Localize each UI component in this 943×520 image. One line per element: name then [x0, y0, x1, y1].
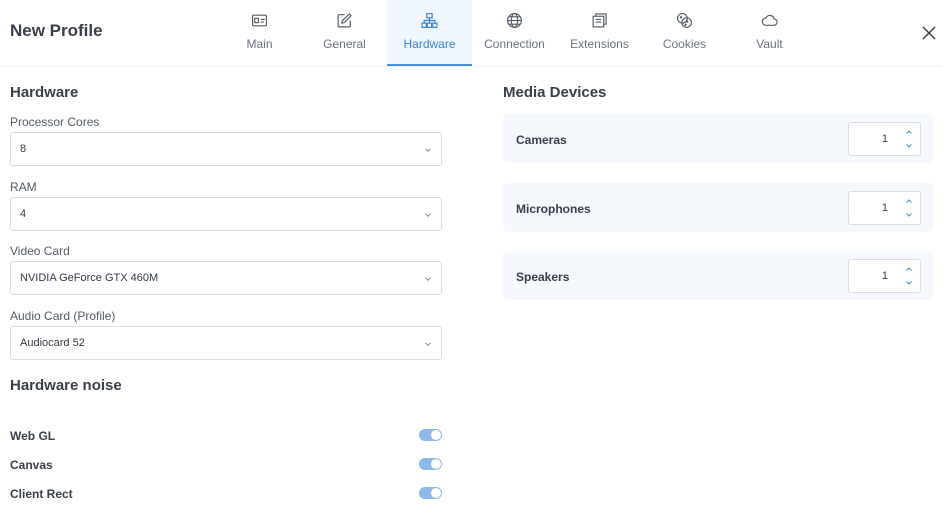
media-label: Microphones — [516, 202, 591, 216]
select-value: NVIDIA GeForce GTX 460M — [20, 272, 159, 284]
network-icon — [421, 13, 438, 28]
chevron-up-icon[interactable] — [903, 195, 915, 207]
canvas-toggle[interactable] — [419, 458, 442, 470]
hardware-noise-title: Hardware noise — [10, 377, 122, 394]
tab-label: Hardware — [403, 37, 456, 51]
chevron-up-icon[interactable] — [903, 126, 915, 138]
video-card-label: Video Card — [10, 244, 70, 258]
select-value: 4 — [20, 208, 27, 220]
toggle-knob — [431, 430, 441, 440]
audio-card-select[interactable]: Audiocard 52 — [10, 326, 442, 360]
noise-row-canvas: Canvas — [10, 455, 442, 475]
tab-label: Cookies — [662, 37, 707, 51]
tab-label: General — [323, 37, 366, 51]
select-value: 8 — [20, 143, 27, 155]
page-title: New Profile — [10, 21, 103, 40]
chevron-down-icon[interactable] — [903, 209, 915, 221]
noise-label: Canvas — [10, 458, 53, 472]
toggle-knob — [431, 488, 441, 498]
tab-label: Main — [246, 37, 273, 51]
cloud-icon — [761, 14, 778, 26]
noise-row-client-rect: Client Rect — [10, 484, 442, 504]
microphones-stepper[interactable]: 1 — [848, 191, 921, 225]
audio-card-label: Audio Card (Profile) — [10, 309, 116, 323]
ram-select[interactable]: 4 — [10, 197, 442, 231]
tab-hardware[interactable]: Hardware — [387, 0, 472, 66]
processor-cores-label: Processor Cores — [10, 115, 100, 129]
client-rect-toggle[interactable] — [419, 487, 442, 499]
speakers-stepper[interactable]: 1 — [848, 259, 921, 293]
chevron-down-icon — [425, 277, 431, 282]
media-label: Speakers — [516, 270, 570, 284]
noise-label: Client Rect — [10, 487, 73, 501]
tab-label: Vault — [756, 37, 783, 51]
toggle-knob — [431, 459, 441, 469]
processor-cores-select[interactable]: 8 — [10, 132, 442, 166]
stepper-value: 1 — [881, 133, 888, 145]
webgl-toggle[interactable] — [419, 429, 442, 441]
video-card-select[interactable]: NVIDIA GeForce GTX 460M — [10, 261, 442, 295]
tab-cookies[interactable]: Cookies — [642, 0, 727, 66]
chevron-down-icon — [425, 213, 431, 218]
close-icon[interactable] — [918, 22, 940, 44]
globe-icon — [507, 13, 522, 28]
header: New Profile Main General Hardware Connec… — [0, 0, 943, 67]
tab-main[interactable]: Main — [217, 0, 302, 66]
noise-label: Web GL — [10, 429, 56, 443]
tab-connection[interactable]: Connection — [472, 0, 557, 66]
media-row-cameras: Cameras 1 — [503, 114, 934, 163]
edit-icon — [337, 13, 352, 28]
cookies-icon — [677, 13, 692, 28]
cameras-stepper[interactable]: 1 — [848, 122, 921, 156]
media-label: Cameras — [516, 133, 567, 147]
id-card-icon — [252, 14, 267, 27]
select-value: Audiocard 52 — [20, 337, 85, 349]
chevron-down-icon[interactable] — [903, 277, 915, 289]
stepper-value: 1 — [881, 270, 888, 282]
tab-label: Extensions — [570, 37, 629, 51]
tab-extensions[interactable]: Extensions — [557, 0, 642, 66]
stepper-value: 1 — [881, 202, 888, 214]
noise-row-webgl: Web GL — [10, 426, 442, 446]
ram-label: RAM — [10, 180, 37, 194]
hardware-section-title: Hardware — [10, 84, 79, 101]
extensions-icon — [592, 13, 607, 28]
chevron-up-icon[interactable] — [903, 263, 915, 275]
media-row-speakers: Speakers 1 — [503, 251, 934, 300]
chevron-down-icon[interactable] — [903, 140, 915, 152]
tab-general[interactable]: General — [302, 0, 387, 66]
media-row-microphones: Microphones 1 — [503, 183, 934, 232]
tab-vault[interactable]: Vault — [727, 0, 812, 66]
media-devices-title: Media Devices — [503, 84, 607, 101]
tab-label: Connection — [484, 37, 545, 51]
chevron-down-icon — [425, 342, 431, 347]
chevron-down-icon — [425, 148, 431, 153]
